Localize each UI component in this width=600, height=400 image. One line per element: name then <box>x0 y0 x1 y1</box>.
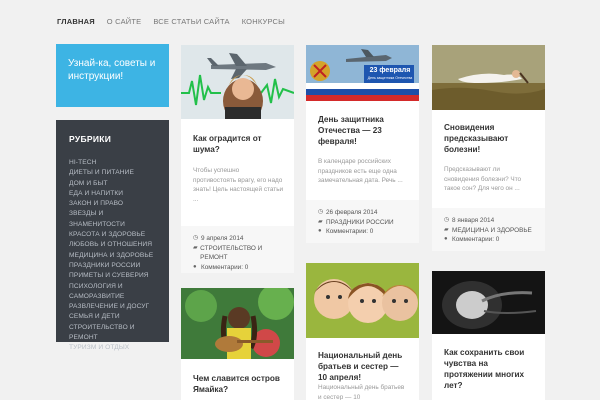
category-item[interactable]: СТРОИТЕЛЬСТВО И РЕМОНТ <box>69 323 156 344</box>
post-thumbnail[interactable] <box>432 271 545 334</box>
post-thumbnail[interactable] <box>306 263 419 338</box>
post-excerpt: Национальный день братьев и сестер — 10 <box>318 384 405 400</box>
category-item[interactable]: ЕДА И НАПИТКИ <box>69 189 156 199</box>
sidebar-title: РУБРИКИ <box>69 134 112 144</box>
post-category[interactable]: МЕДИЦИНА И ЗДОРОВЬЕ <box>452 226 532 236</box>
post-excerpt: Предсказывают ли сновидения болезни? Что… <box>444 166 522 192</box>
category-item[interactable]: ПРИМЕТЫ И СУЕВЕРИЯ <box>69 271 156 281</box>
post-excerpt: Чтобы успешно противостоять врагу, его н… <box>193 167 284 203</box>
post-card: 23 февраля День защитника Отечества День… <box>306 45 419 243</box>
category-item[interactable]: МЕДИЦИНА И ЗДОРОВЬЕ <box>69 251 156 261</box>
categories-sidebar: РУБРИКИ HI-TECH ДИЕТЫ И ПИТАНИЕ ДОМ И БЫ… <box>56 120 169 351</box>
post-title[interactable]: Как оградится от шума? <box>193 133 284 155</box>
category-item[interactable]: РАЗВЛЕЧЕНИЕ И ДОСУГ <box>69 302 156 312</box>
category-item[interactable]: КРАСОТА И ЗДОРОВЬЕ <box>69 230 156 240</box>
clock-icon: ◷ <box>193 235 199 241</box>
post-meta: ◷ 9 апреля 2014 ▰ СТРОИТЕЛЬСТВО И РЕМОНТ ●… <box>181 226 294 273</box>
post-date: 9 апреля 2014 <box>201 235 244 242</box>
post-title[interactable]: Сновидения предсказывают болезни! <box>444 122 535 155</box>
folder-icon: ▰ <box>318 218 323 225</box>
post-date: 8 января 2014 <box>452 217 495 224</box>
post-meta: ◷ 8 января 2014 ▰ МЕДИЦИНА И ЗДОРОВЬЕ ● Ком… <box>432 208 545 251</box>
category-item[interactable]: ЗАКОН И ПРАВО <box>69 199 156 209</box>
clock-icon: ◷ <box>444 217 450 223</box>
post-title[interactable]: Как сохранить свои чувства на протяжении… <box>444 347 535 391</box>
category-item[interactable]: ЗВЕЗДЫ И ЗНАМЕНИТОСТИ <box>69 209 156 230</box>
post-date: 26 февраля 2014 <box>326 209 378 216</box>
post-card: Как оградится от шума? Чтобы успешно про… <box>181 45 294 273</box>
folder-icon: ▰ <box>444 226 449 233</box>
category-item[interactable]: ПСИХОЛОГИЯ И САМОРАЗВИТИЕ <box>69 282 156 303</box>
post-category[interactable]: СТРОИТЕЛЬСТВО И РЕМОНТ <box>200 244 282 263</box>
site-title[interactable]: Узнай-ка, советы и инструкции! <box>56 44 169 107</box>
post-comments[interactable]: Комментарии: 0 <box>452 235 499 245</box>
post-thumbnail[interactable]: 23 февраля День защитника Отечества <box>306 45 419 101</box>
category-list: HI-TECH ДИЕТЫ И ПИТАНИЕ ДОМ И БЫТ ЕДА И … <box>69 158 156 354</box>
comments-icon: ● <box>193 263 197 270</box>
post-title[interactable]: Чем славится остров Ямайка? <box>193 373 284 395</box>
post-thumbnail[interactable] <box>432 45 545 110</box>
top-navigation: ГЛАВНАЯ О САЙТЕ ВСЕ СТАТЬИ САЙТА КОНКУРС… <box>57 17 297 26</box>
nav-all-articles[interactable]: ВСЕ СТАТЬИ САЙТА <box>153 17 229 26</box>
post-category[interactable]: ПРАЗДНИКИ РОССИИ <box>326 218 394 228</box>
post-title[interactable]: День защитника Отечества — 23 февраля! <box>318 114 409 147</box>
folder-icon: ▰ <box>193 244 198 251</box>
post-thumbnail[interactable] <box>181 45 294 119</box>
post-comments[interactable]: Комментарии: 0 <box>201 263 248 273</box>
comments-icon: ● <box>318 228 322 234</box>
category-item[interactable]: ПРАЗДНИКИ РОССИИ <box>69 261 156 271</box>
category-item[interactable]: СЕМЬЯ И ДЕТИ <box>69 312 156 322</box>
category-item[interactable]: ТУРИЗМ И ОТДЫХ <box>69 343 156 353</box>
post-card: Как сохранить свои чувства на протяжении… <box>432 271 545 400</box>
nav-about[interactable]: О САЙТЕ <box>107 17 142 26</box>
post-title[interactable]: Национальный день братьев и сестер — 10 … <box>318 350 409 383</box>
category-item[interactable]: HI-TECH <box>69 158 156 168</box>
category-item[interactable]: ЛЮБОВЬ И ОТНОШЕНИЯ <box>69 240 156 250</box>
clock-icon: ◷ <box>318 209 324 215</box>
post-card: Чем славится остров Ямайка? <box>181 288 294 400</box>
nav-home[interactable]: ГЛАВНАЯ <box>57 17 95 26</box>
post-meta: ◷ 26 февраля 2014 ▰ ПРАЗДНИКИ РОССИИ ● Комм… <box>306 200 419 243</box>
post-card: Сновидения предсказывают болезни! Предск… <box>432 45 545 251</box>
comments-icon: ● <box>444 236 448 242</box>
banner-subtitle: День защитника Отечества <box>367 76 413 80</box>
post-excerpt: В календаре российских праздников есть е… <box>318 158 403 184</box>
post-comments[interactable]: Комментарии: 0 <box>326 227 373 237</box>
post-thumbnail[interactable] <box>181 288 294 359</box>
banner-day-text: 23 февраля <box>369 67 411 74</box>
category-item[interactable]: ДОМ И БЫТ <box>69 179 156 189</box>
category-item[interactable]: ДИЕТЫ И ПИТАНИЕ <box>69 168 156 178</box>
post-card: Национальный день братьев и сестер — 10 … <box>306 263 419 400</box>
nav-contests[interactable]: КОНКУРСЫ <box>242 17 285 26</box>
